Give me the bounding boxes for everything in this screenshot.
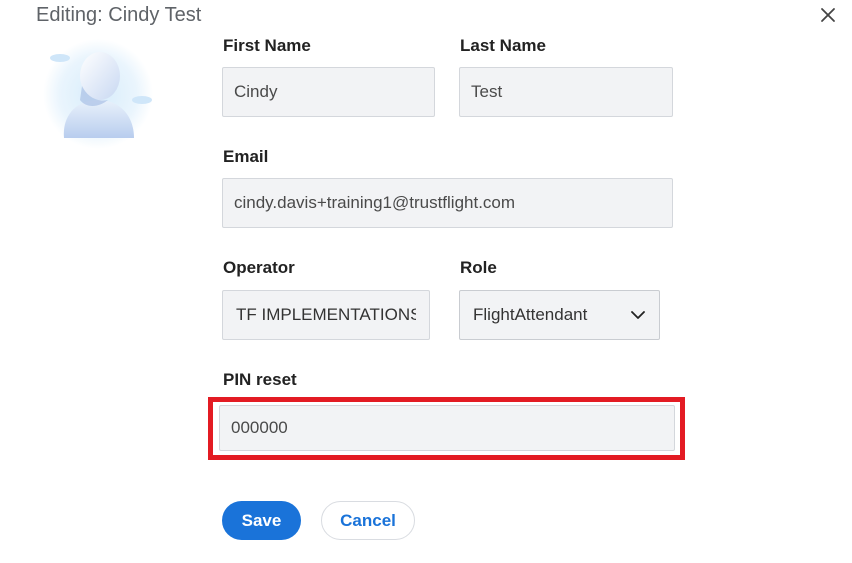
edit-user-dialog: Editing: Cindy Test First Name Cindy Las… [0, 0, 852, 563]
chevron-down-icon [631, 311, 645, 319]
first-name-label: First Name [223, 36, 311, 55]
user-avatar-icon [38, 38, 156, 150]
pin-reset-highlight-box [208, 397, 685, 460]
last-name-label: Last Name [460, 36, 546, 55]
save-button[interactable]: Save [222, 501, 301, 540]
role-label: Role [460, 258, 497, 277]
cancel-button[interactable]: Cancel [321, 501, 415, 540]
email-input[interactable] [222, 178, 673, 228]
last-name-input[interactable] [459, 67, 673, 117]
pin-reset-label: PIN reset [223, 370, 297, 389]
operator-label: Operator [223, 258, 295, 277]
first-name-input[interactable] [222, 67, 435, 117]
dialog-title: Editing: Cindy Test [36, 4, 202, 26]
role-select[interactable]: FlightAttendant [459, 290, 660, 340]
email-label: Email [223, 147, 269, 166]
role-selected-value: FlightAttendant [473, 305, 588, 324]
close-icon[interactable] [818, 5, 838, 25]
operator-input[interactable] [222, 290, 430, 340]
